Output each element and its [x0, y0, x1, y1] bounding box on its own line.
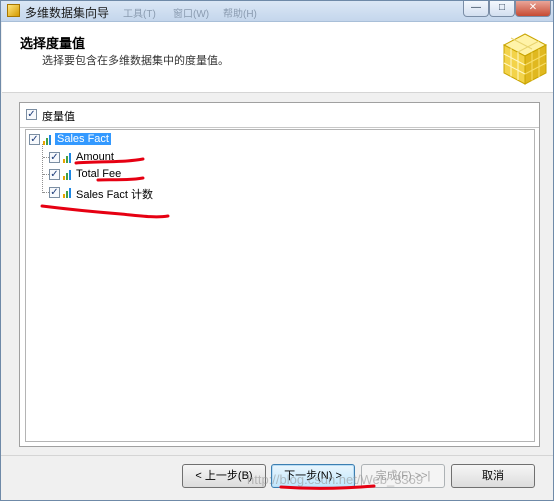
- app-icon: [7, 4, 20, 17]
- cube-wizard-window: 多维数据集向导 工具(T) 窗口(W) 帮助(H) — □ ✕ 选择度量值 选择…: [0, 0, 554, 501]
- background-menu-item: 工具(T): [123, 9, 156, 20]
- wizard-header: 选择度量值 选择要包含在多维数据集中的度量值。: [2, 22, 553, 93]
- panel-header: ✓ 度量值: [20, 103, 539, 128]
- footer-divider: [1, 455, 553, 456]
- select-all-checkbox[interactable]: ✓: [26, 109, 37, 120]
- window-title: 多维数据集向导: [25, 6, 110, 20]
- page-subtitle: 选择要包含在多维数据集中的度量值。: [42, 55, 229, 67]
- maximize-button[interactable]: □: [489, 1, 515, 17]
- annotation-underlines: [40, 157, 170, 219]
- close-button[interactable]: ✕: [515, 1, 551, 17]
- title-bar[interactable]: 多维数据集向导 工具(T) 窗口(W) 帮助(H) — □ ✕: [1, 1, 553, 22]
- watermark-text: http://blog.csdn.net/Web_3369: [247, 472, 424, 487]
- background-menu-item: 窗口(W): [173, 9, 210, 20]
- page-title: 选择度量值: [20, 36, 86, 51]
- cancel-button[interactable]: 取消: [451, 464, 535, 488]
- measures-panel: ✓ 度量值 ✓ Sales Fact ✓ Amount ✓ Total Fee …: [19, 102, 540, 447]
- cube-icon: [502, 33, 548, 85]
- measures-tree[interactable]: ✓ Sales Fact ✓ Amount ✓ Total Fee ✓ Sale…: [25, 129, 535, 442]
- minimize-button[interactable]: —: [463, 1, 489, 17]
- background-menu-item: 帮助(H): [223, 9, 257, 20]
- panel-header-label: 度量值: [42, 111, 75, 123]
